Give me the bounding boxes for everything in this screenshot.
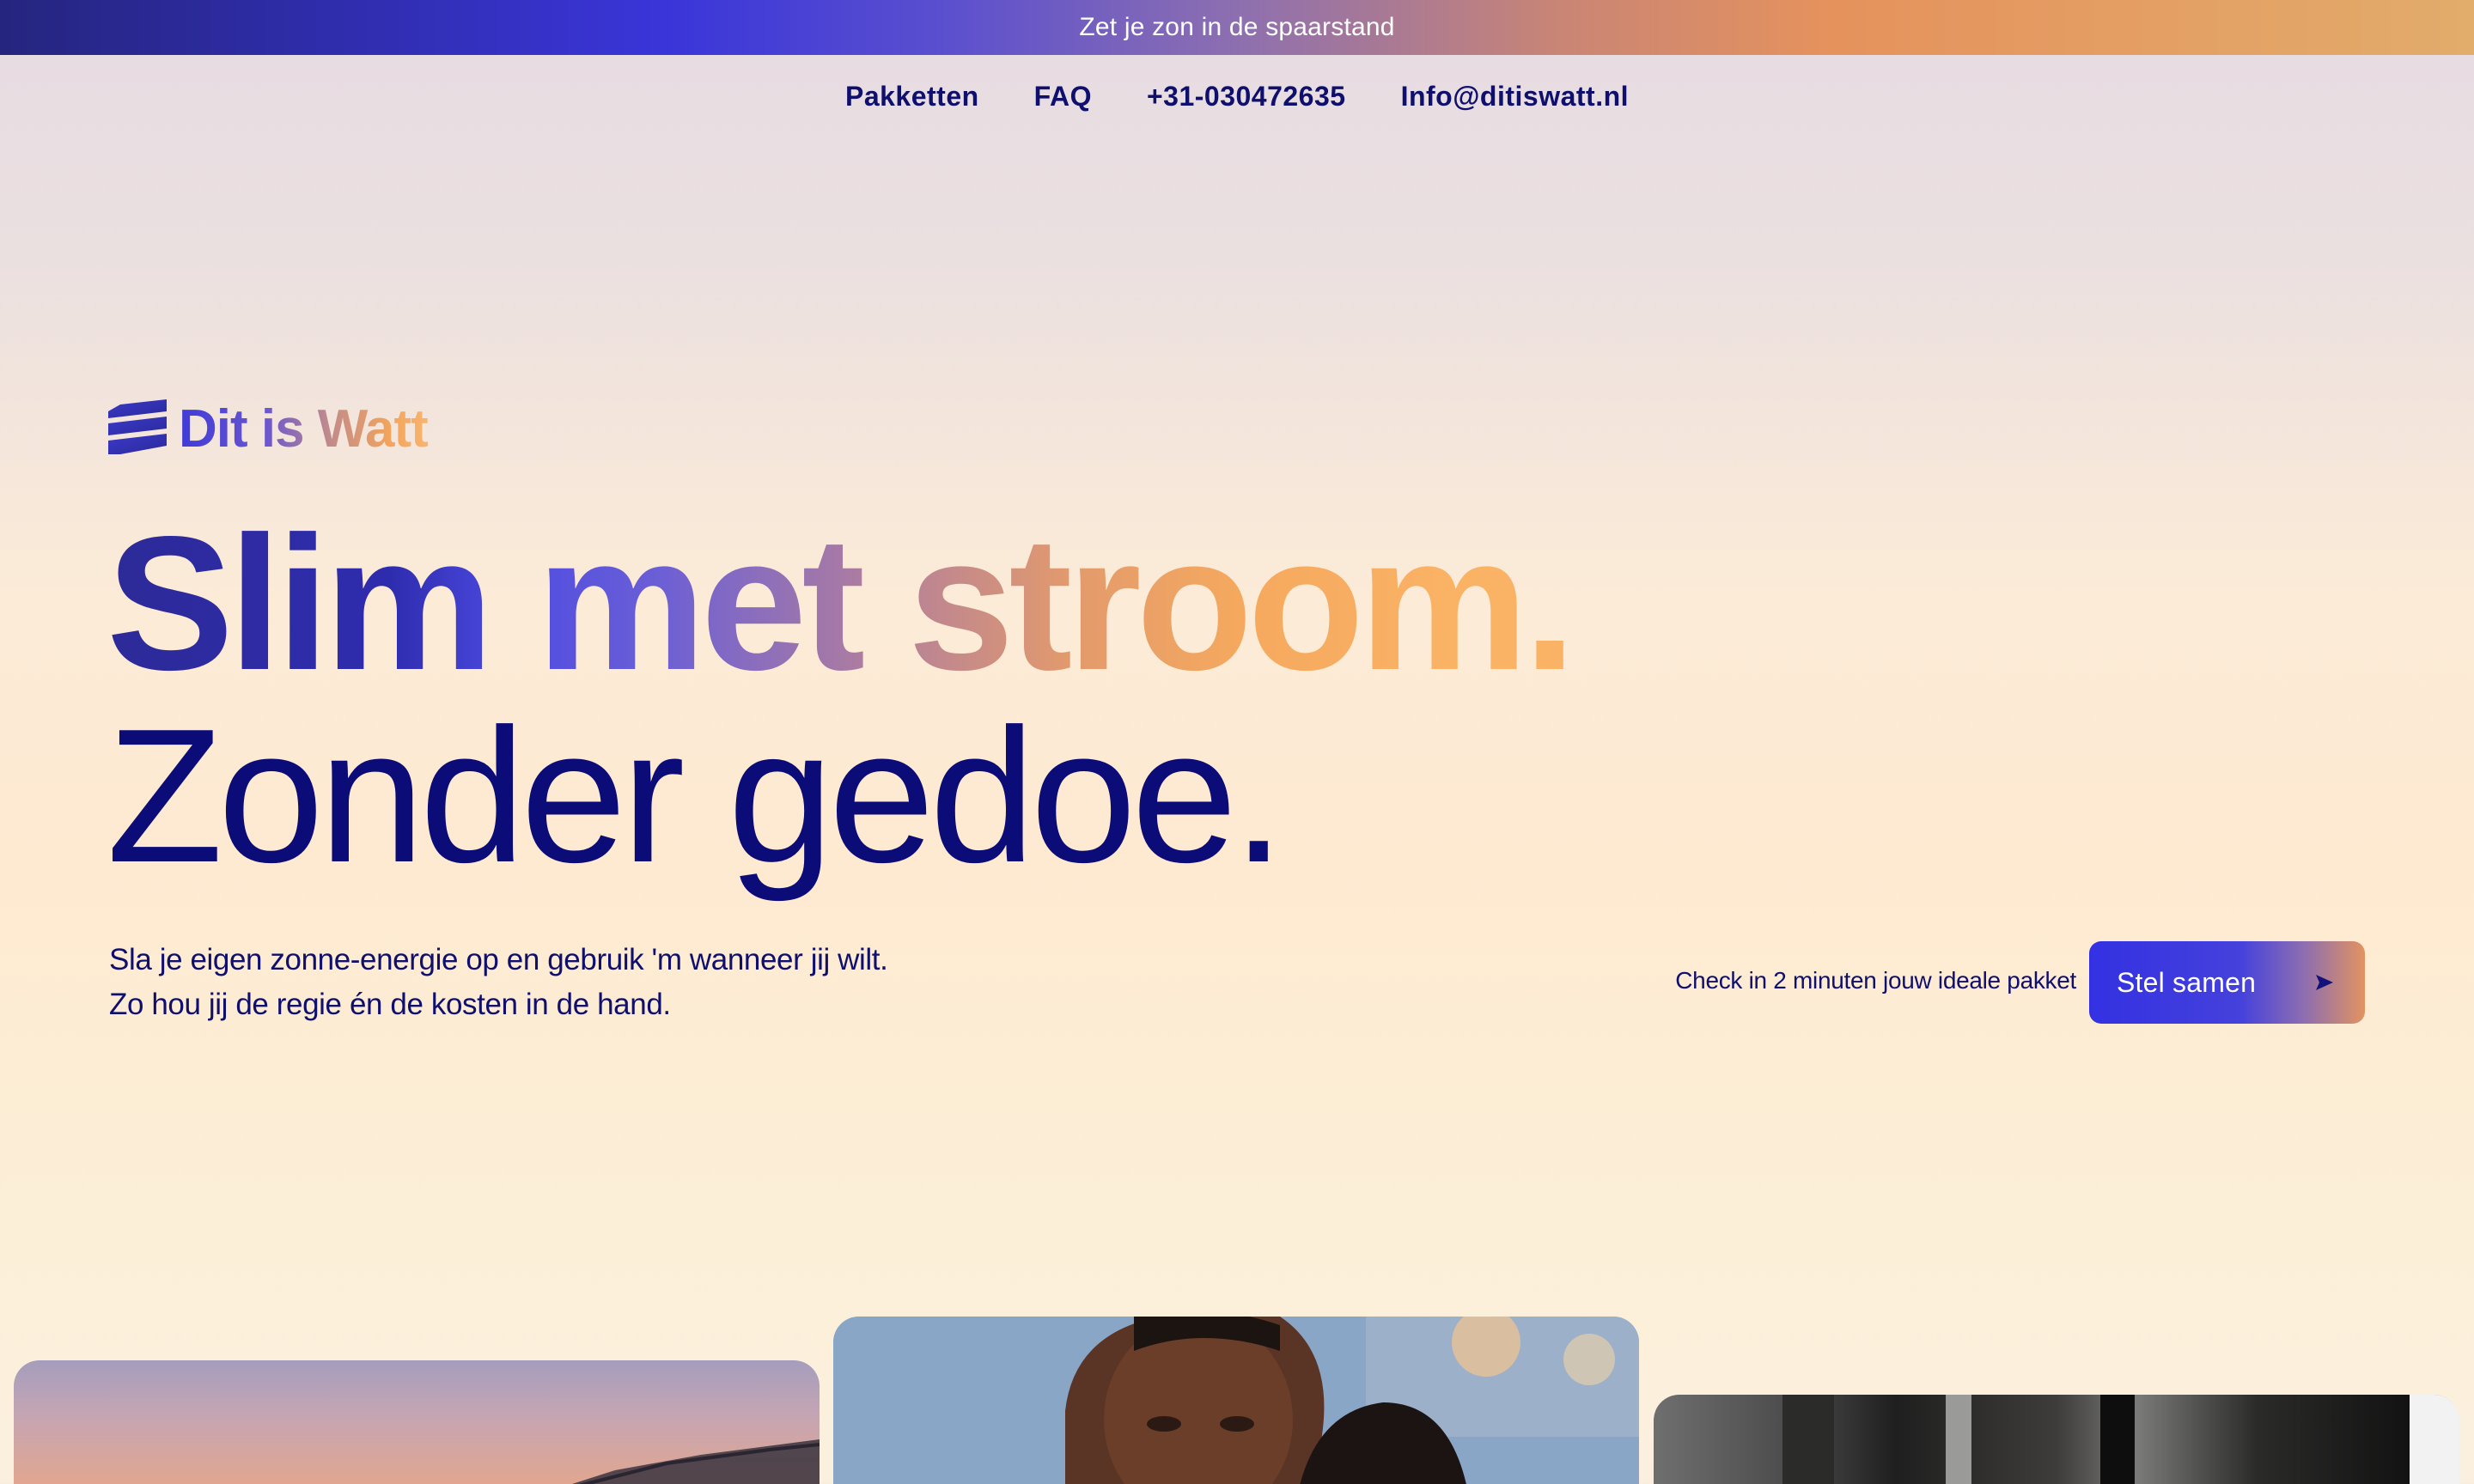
announcement-bar: Zet je zon in de spaarstand <box>0 0 2474 55</box>
stel-samen-button[interactable]: Stel samen <box>2089 941 2365 1024</box>
cta-button-label: Stel samen <box>2117 966 2257 998</box>
nav-link-pakketten[interactable]: Pakketten <box>845 81 979 113</box>
couple-portrait-image <box>833 1317 1639 1484</box>
hero-subtext-line1: Sla je eigen zonne-energie op en gebruik… <box>109 943 888 976</box>
hero-subtext: Sla je eigen zonne-energie op en gebruik… <box>109 938 888 1027</box>
top-navigation: Pakketten FAQ +31-030472635 Info@ditiswa… <box>0 55 2474 137</box>
hero-headline-line1: Slim met stroom. <box>107 497 1576 710</box>
brand-name: Dit is Watt <box>179 399 429 459</box>
gallery-card-couple <box>833 1317 1639 1484</box>
gallery-card-door <box>1654 1395 2459 1484</box>
cta-hint-text: Check in 2 minuten jouw ideale pakket <box>1675 967 2076 994</box>
arrow-right-icon <box>2316 975 2333 990</box>
nav-link-faq[interactable]: FAQ <box>1034 81 1092 113</box>
brand-logo[interactable]: Dit is Watt <box>108 398 429 459</box>
hero-subtext-line2: Zo hou jij de regie én de kosten in de h… <box>109 988 671 1021</box>
hero-headline-line2: Zonder gedoe. <box>107 690 1285 903</box>
roof-solar-sunset-image <box>572 1439 820 1484</box>
nav-link-email[interactable]: Info@ditiswatt.nl <box>1401 81 1629 113</box>
announcement-text: Zet je zon in de spaarstand <box>1079 13 1395 41</box>
nav-link-phone[interactable]: +31-030472635 <box>1147 81 1346 113</box>
gallery-card-roof <box>14 1360 820 1484</box>
stacked-bars-logo-icon <box>108 398 167 454</box>
interior-door-image <box>1782 1395 2459 1484</box>
